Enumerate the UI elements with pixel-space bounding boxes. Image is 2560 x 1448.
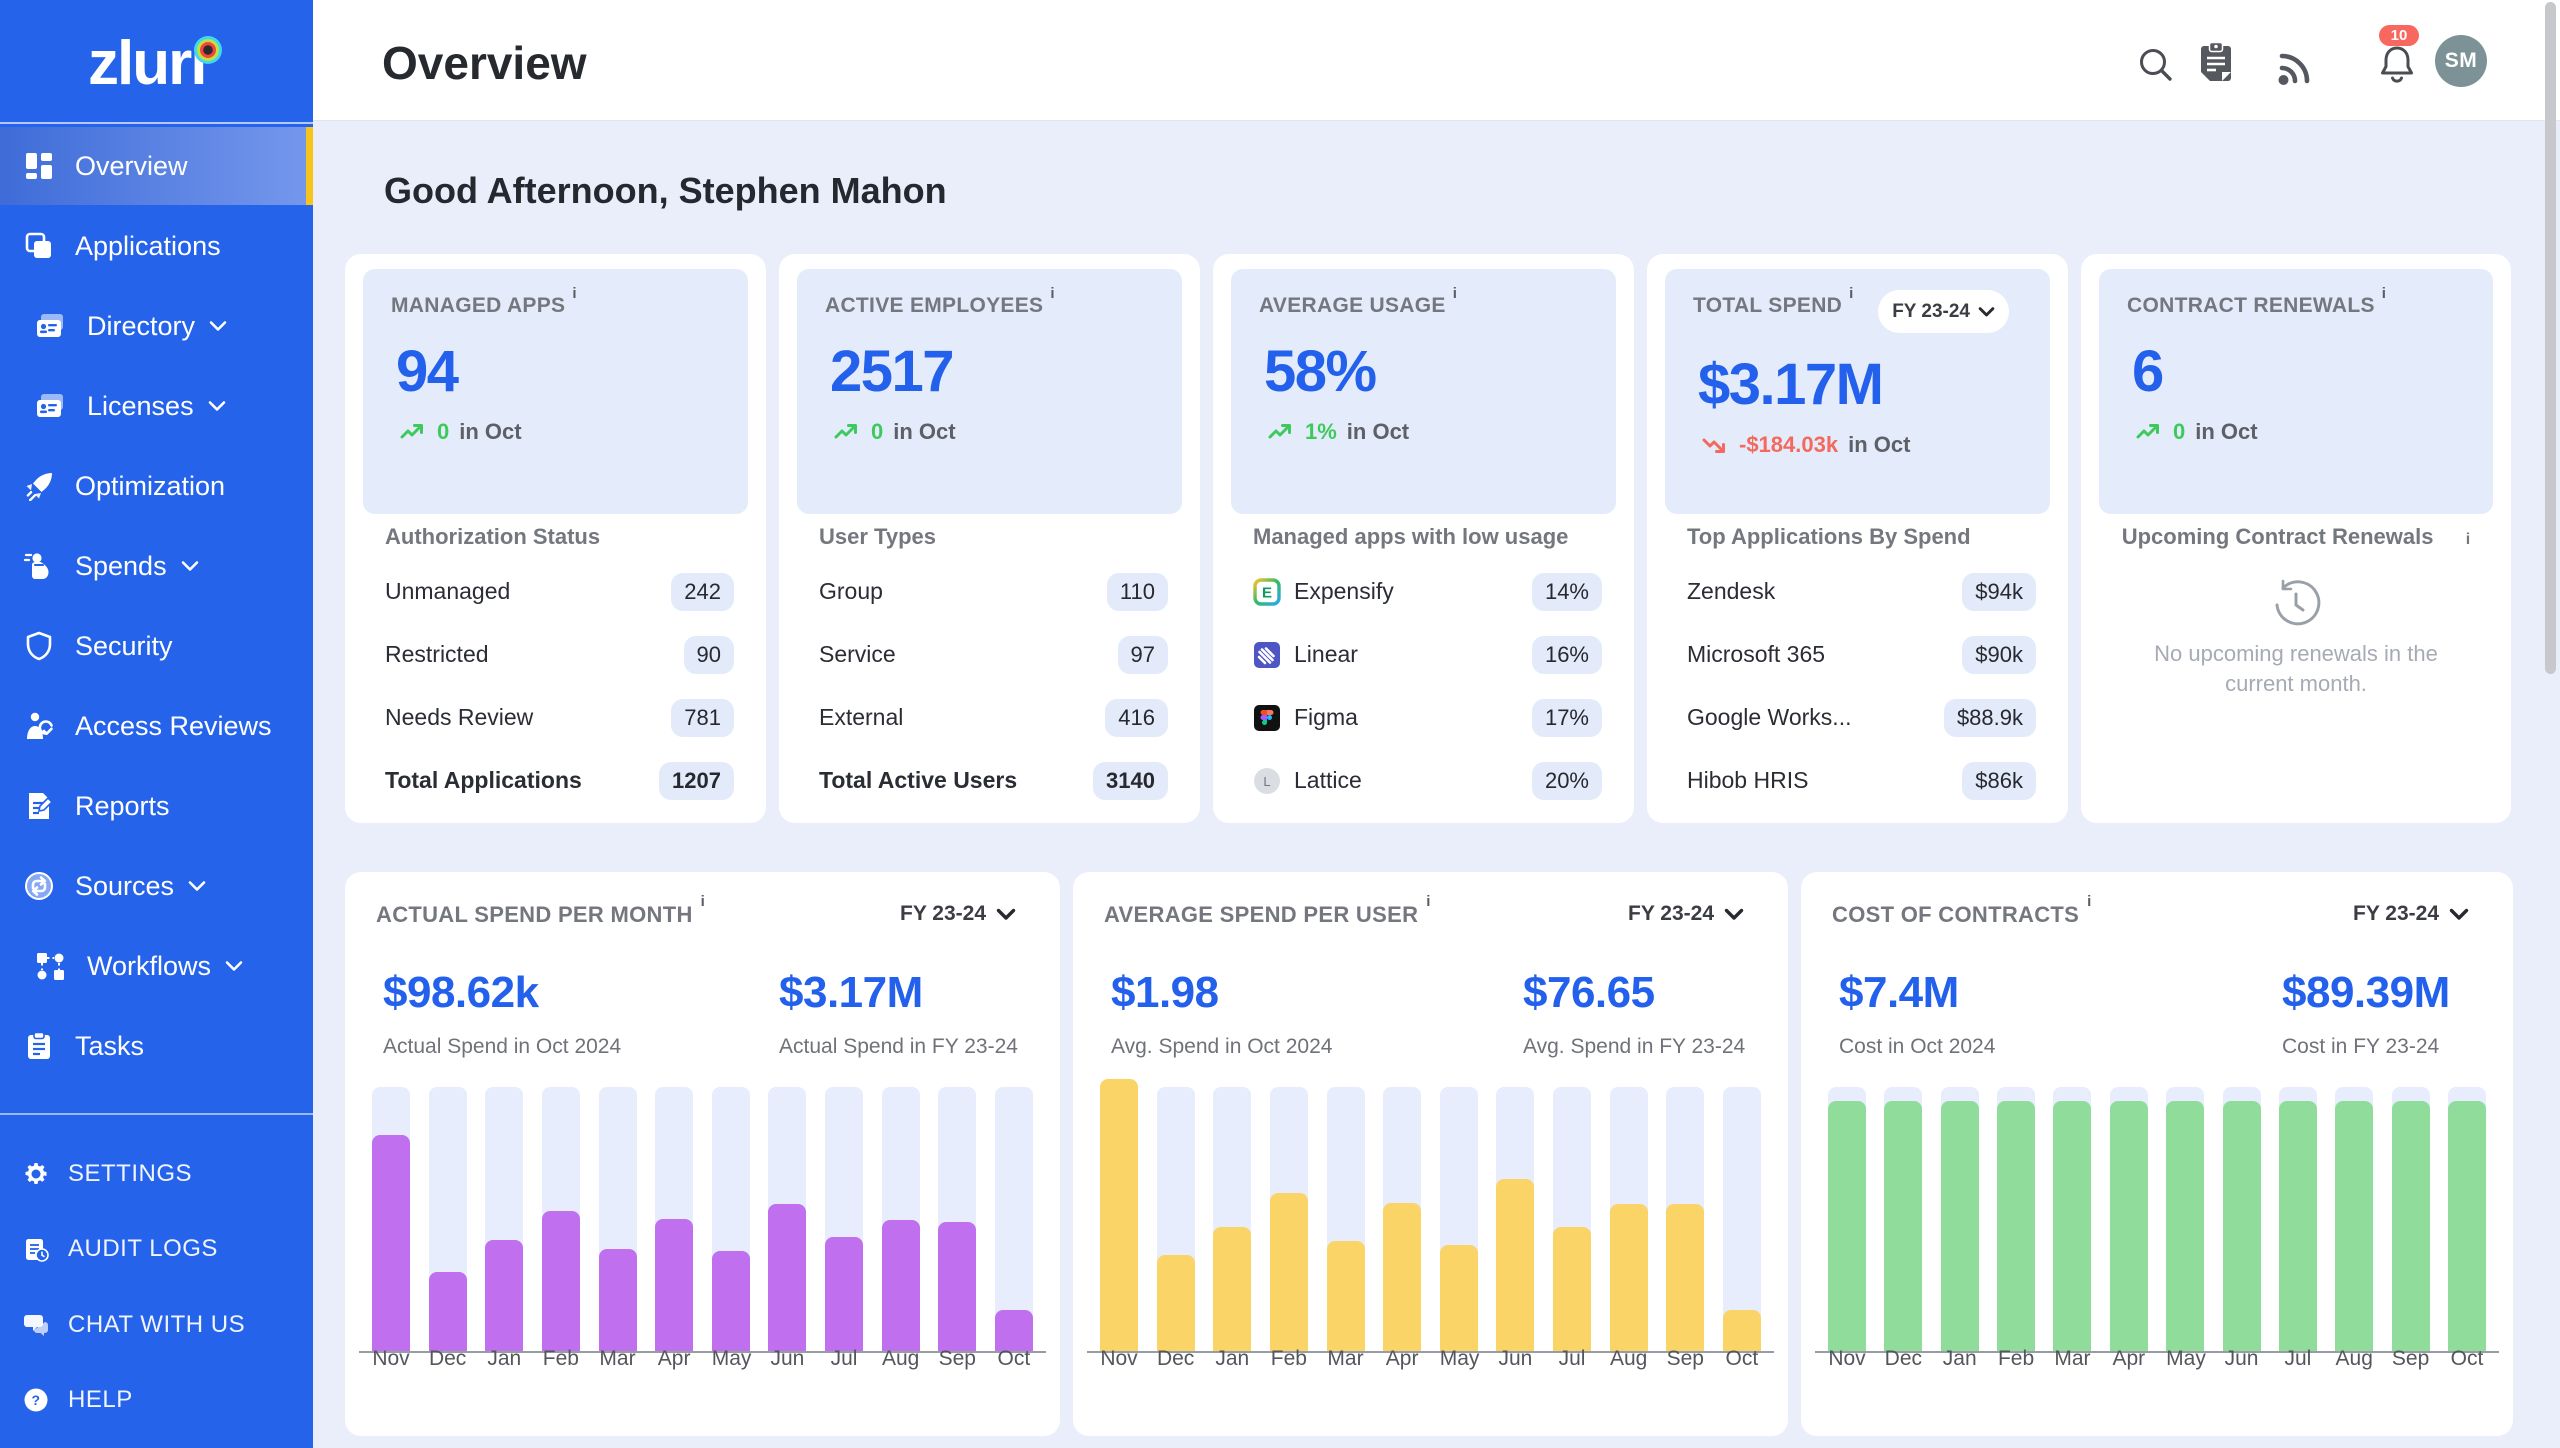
svg-text:E: E (1262, 584, 1272, 601)
svg-text:?: ? (31, 1392, 40, 1408)
svg-text:L: L (1263, 774, 1270, 789)
